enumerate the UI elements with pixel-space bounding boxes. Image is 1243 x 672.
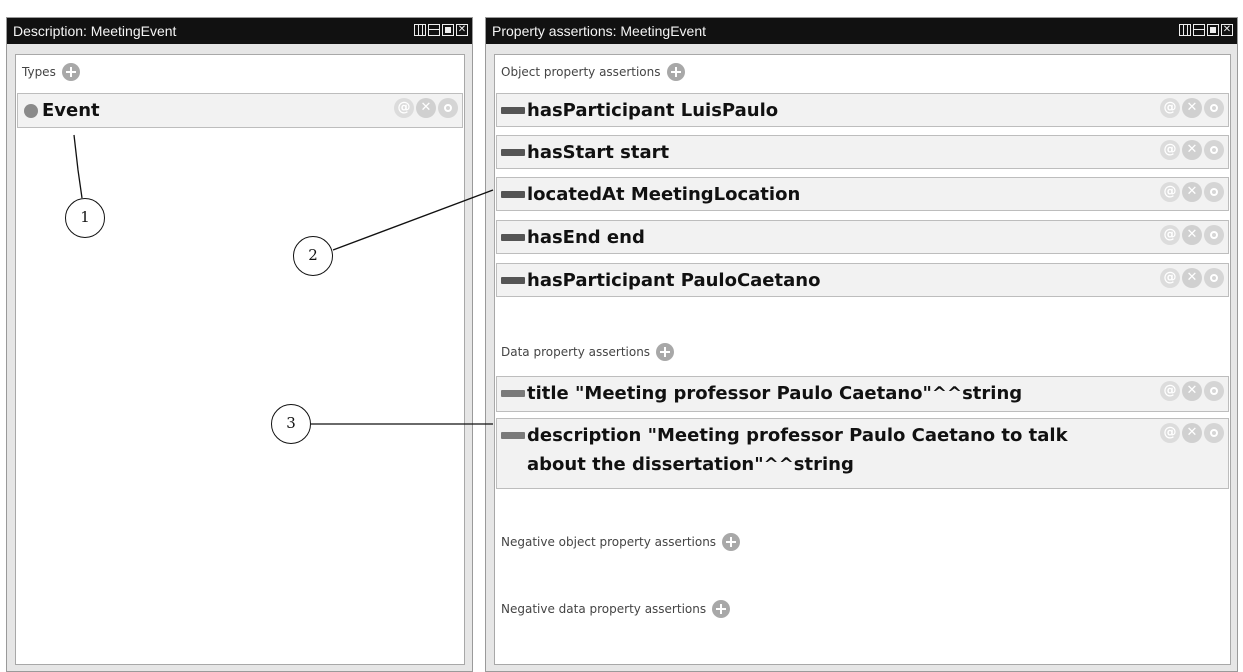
object-assertion-row[interactable]: locatedAt MeetingLocation @ ✕: [496, 177, 1229, 211]
row-actions: @ ✕: [1160, 423, 1224, 443]
window-controls: ✕: [1179, 24, 1233, 36]
description-content: Types Event @ ✕: [15, 54, 465, 665]
callout-2: 2: [293, 236, 333, 276]
callout-3: 3: [271, 404, 311, 444]
split-view-icon[interactable]: [414, 24, 426, 36]
maximize-icon[interactable]: [442, 24, 454, 36]
row-actions: @ ✕: [394, 98, 458, 118]
object-property-icon: [501, 191, 525, 198]
object-property-icon: [501, 149, 525, 156]
edit-icon[interactable]: [1204, 381, 1224, 401]
callout-1: 1: [65, 198, 105, 238]
object-property-icon: [501, 277, 525, 284]
edit-icon[interactable]: [1204, 423, 1224, 443]
assertion-label: description "Meeting professor Paulo Cae…: [527, 425, 1068, 475]
row-actions: @ ✕: [1160, 268, 1224, 288]
maximize-icon[interactable]: [1207, 24, 1219, 36]
property-assertions-content: Object property assertions hasParticipan…: [494, 54, 1231, 665]
edit-icon[interactable]: [1204, 225, 1224, 245]
minimize-icon[interactable]: [428, 24, 440, 36]
add-negative-data-assertion-icon[interactable]: [712, 600, 731, 618]
object-assertion-row[interactable]: hasParticipant PauloCaetano @ ✕: [496, 263, 1229, 297]
delete-icon[interactable]: ✕: [416, 98, 436, 118]
annotate-icon[interactable]: @: [1160, 268, 1180, 288]
row-actions: @ ✕: [1160, 225, 1224, 245]
edit-icon[interactable]: [1204, 98, 1224, 118]
types-section-header: Types: [22, 63, 80, 81]
delete-icon[interactable]: ✕: [1182, 140, 1202, 160]
annotate-icon[interactable]: @: [1160, 140, 1180, 160]
type-row[interactable]: Event @ ✕: [17, 93, 463, 128]
assertion-label: title "Meeting professor Paulo Caetano"^…: [527, 383, 1023, 404]
close-icon[interactable]: ✕: [1221, 24, 1233, 36]
delete-icon[interactable]: ✕: [1182, 423, 1202, 443]
negative-data-section-label: Negative data property assertions: [501, 602, 707, 616]
negative-data-section-header: Negative data property assertions: [501, 600, 731, 618]
split-view-icon[interactable]: [1179, 24, 1191, 36]
assertion-label: hasParticipant PauloCaetano: [527, 270, 821, 291]
description-panel-title: Description: MeetingEvent: [13, 23, 177, 39]
object-assertion-row[interactable]: hasEnd end @ ✕: [496, 220, 1229, 254]
annotate-icon[interactable]: @: [1160, 381, 1180, 401]
data-assertion-row[interactable]: title "Meeting professor Paulo Caetano"^…: [496, 376, 1229, 412]
data-section-header: Data property assertions: [501, 343, 675, 361]
annotate-icon[interactable]: @: [1160, 98, 1180, 118]
row-actions: @ ✕: [1160, 182, 1224, 202]
property-assertions-panel: Property assertions: MeetingEvent ✕ Obje…: [485, 17, 1238, 672]
assertion-label: hasEnd end: [527, 227, 645, 248]
property-assertions-titlebar[interactable]: Property assertions: MeetingEvent ✕: [486, 18, 1237, 44]
description-panel: Description: MeetingEvent ✕ Types Event …: [6, 17, 473, 672]
object-section-header: Object property assertions: [501, 63, 685, 81]
row-actions: @ ✕: [1160, 98, 1224, 118]
types-label: Types: [22, 65, 56, 79]
negative-object-section-header: Negative object property assertions: [501, 533, 741, 551]
data-section-label: Data property assertions: [501, 345, 651, 359]
type-label: Event: [42, 100, 100, 121]
edit-icon[interactable]: [1204, 140, 1224, 160]
delete-icon[interactable]: ✕: [1182, 225, 1202, 245]
minimize-icon[interactable]: [1193, 24, 1205, 36]
edit-icon[interactable]: [1204, 268, 1224, 288]
assertion-label: hasParticipant LuisPaulo: [527, 100, 779, 121]
add-object-assertion-icon[interactable]: [666, 63, 685, 81]
add-data-assertion-icon[interactable]: [656, 343, 675, 361]
delete-icon[interactable]: ✕: [1182, 381, 1202, 401]
object-section-label: Object property assertions: [501, 65, 661, 79]
object-assertion-row[interactable]: hasParticipant LuisPaulo @ ✕: [496, 93, 1229, 127]
window-controls: ✕: [414, 24, 468, 36]
delete-icon[interactable]: ✕: [1182, 182, 1202, 202]
property-assertions-title: Property assertions: MeetingEvent: [492, 23, 706, 39]
object-property-icon: [501, 234, 525, 241]
object-property-icon: [501, 107, 525, 114]
assertion-label: locatedAt MeetingLocation: [527, 184, 801, 205]
data-property-icon: [501, 432, 525, 439]
object-assertion-row[interactable]: hasStart start @ ✕: [496, 135, 1229, 169]
row-actions: @ ✕: [1160, 140, 1224, 160]
delete-icon[interactable]: ✕: [1182, 268, 1202, 288]
add-type-icon[interactable]: [61, 63, 80, 81]
annotate-icon[interactable]: @: [1160, 225, 1180, 245]
negative-object-section-label: Negative object property assertions: [501, 535, 717, 549]
data-assertion-row[interactable]: description "Meeting professor Paulo Cae…: [496, 418, 1229, 489]
add-negative-object-assertion-icon[interactable]: [722, 533, 741, 551]
close-icon[interactable]: ✕: [456, 24, 468, 36]
assertion-label: hasStart start: [527, 142, 670, 163]
edit-icon[interactable]: [438, 98, 458, 118]
delete-icon[interactable]: ✕: [1182, 98, 1202, 118]
description-panel-titlebar[interactable]: Description: MeetingEvent ✕: [7, 18, 472, 44]
annotate-icon[interactable]: @: [394, 98, 414, 118]
annotate-icon[interactable]: @: [1160, 423, 1180, 443]
edit-icon[interactable]: [1204, 182, 1224, 202]
row-actions: @ ✕: [1160, 381, 1224, 401]
class-circle-icon: [24, 104, 38, 118]
data-property-icon: [501, 390, 525, 397]
annotate-icon[interactable]: @: [1160, 182, 1180, 202]
